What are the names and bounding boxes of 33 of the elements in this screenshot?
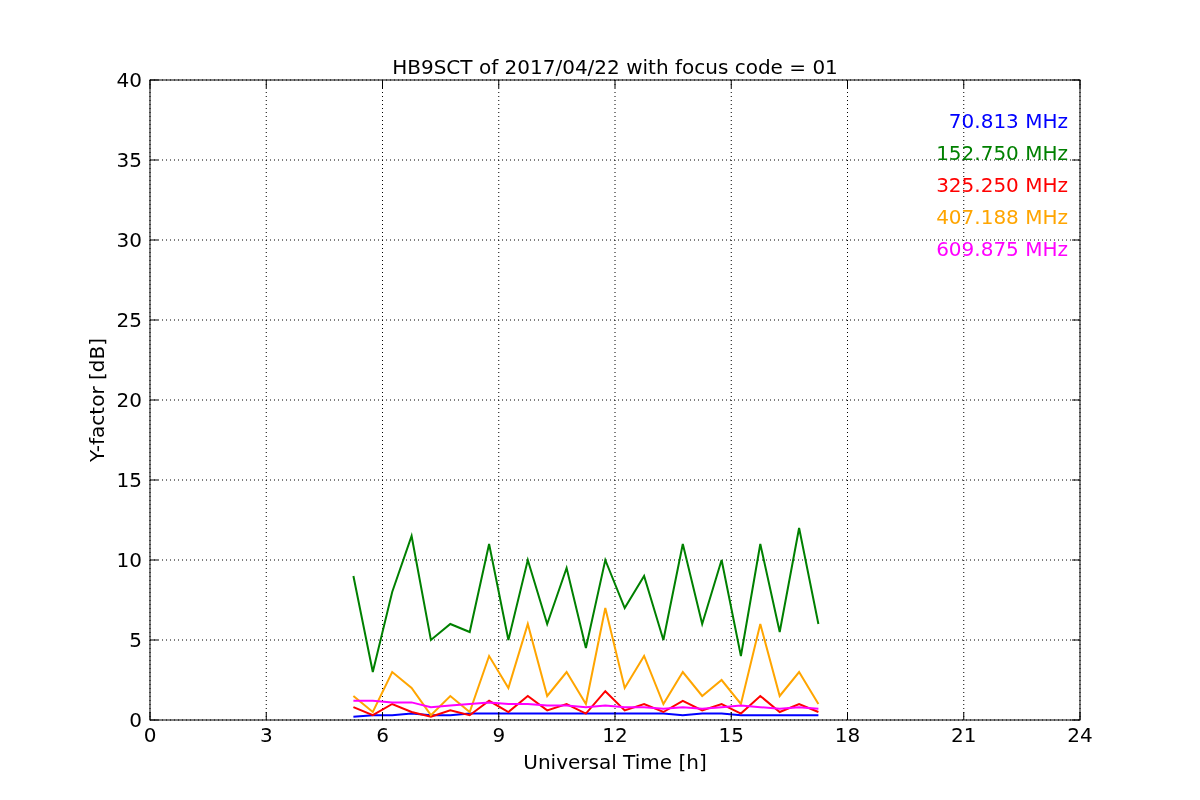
tick-mark [963,711,965,721]
chart-title: HB9SCT of 2017/04/22 with focus code = 01 [392,55,838,79]
tick-mark [614,711,616,721]
tick-mark [847,711,848,721]
tick-label: 25 [116,308,142,332]
tick-label: 3 [259,723,273,747]
tick-label: 24 [1067,723,1093,747]
tick-label: 5 [129,628,142,652]
tick-label: 12 [602,723,628,747]
legend-label: 325.250 MHz [936,173,1068,197]
legend-label: 609.875 MHz [936,237,1068,261]
tick-label: 21 [951,723,977,747]
legend-label: 152.750 MHz [936,141,1068,165]
tick-label: 15 [718,723,744,747]
legend-label: 70.813 MHz [948,109,1068,133]
tick-label: 20 [116,388,142,412]
tick-label: 10 [116,548,142,572]
tick-label: 15 [116,468,142,492]
tick-label: 40 [116,68,142,92]
tick-label: 6 [376,723,389,747]
tick-label: 30 [116,228,142,252]
x-axis-label: Universal Time [h] [523,750,707,774]
tick-label: 35 [116,148,142,172]
tick-label: 9 [492,723,506,747]
legend-label: 407.188 MHz [936,205,1068,229]
tick-mark [498,711,500,721]
tick-mark [265,711,267,721]
tick-mark [730,711,732,721]
tick-label: 0 [129,708,142,732]
tick-label: 18 [834,723,861,747]
y-axis-label: Y-factor [dB] [85,338,109,462]
tick-label: 0 [143,723,157,747]
tick-mark [382,711,383,721]
